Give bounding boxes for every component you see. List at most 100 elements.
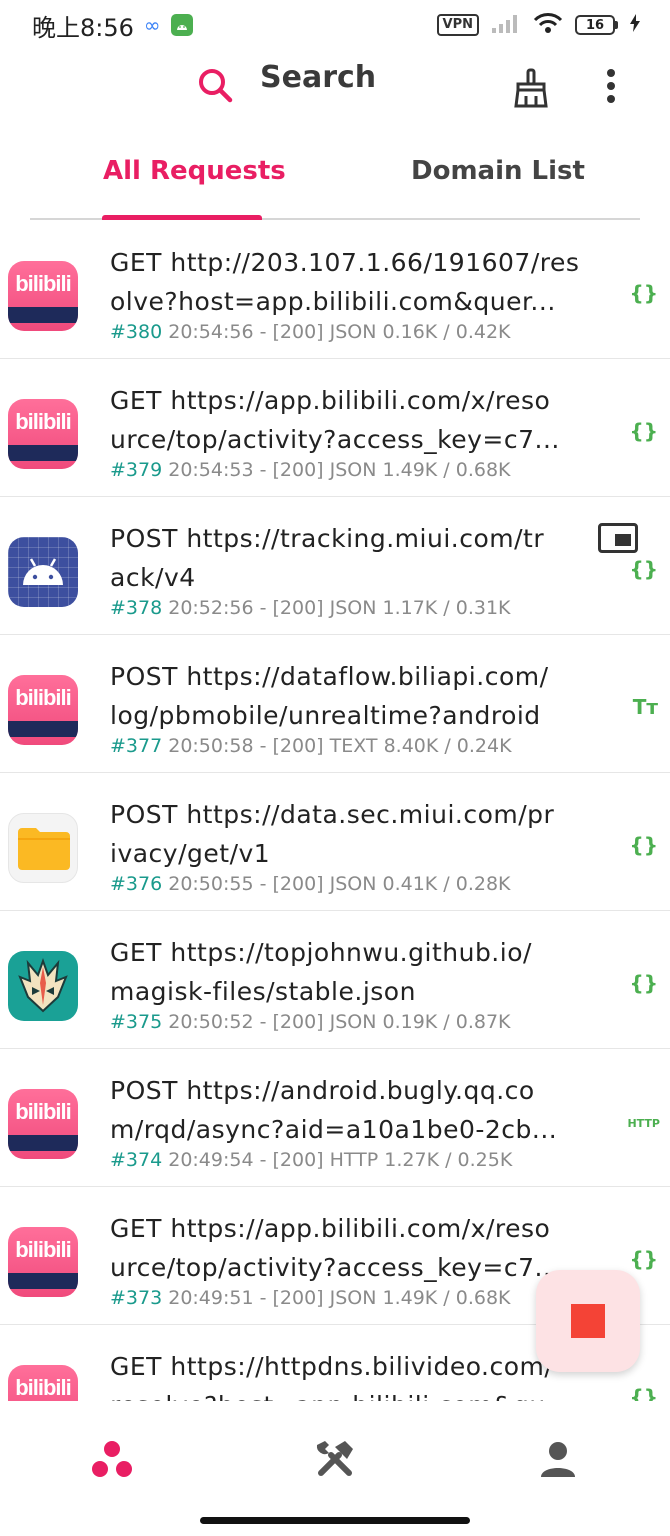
bilibili-logo-text: bilibili <box>15 1099 72 1124</box>
request-meta: #377 20:50:58 - [200] TEXT 8.40K / 0.24K <box>110 735 512 757</box>
bilibili-logo-band <box>8 1135 78 1151</box>
battery-level: 16 <box>575 15 615 35</box>
request-url-line1: GET https://httpdns.bilivideo.com/ <box>110 1352 554 1381</box>
request-url: POST https://dataflow.biliapi.com/ log/p… <box>110 657 605 735</box>
bilibili-logo-text: bilibili <box>15 409 72 434</box>
request-row[interactable]: bilibili POST https://dataflow.biliapi.c… <box>0 635 670 773</box>
request-meta: #379 20:54:53 - [200] JSON 1.49K / 0.68K <box>110 459 511 481</box>
vpn-icon: VPN <box>436 14 479 36</box>
request-url-line2: olve?host=app.bilibili.com&quer... <box>110 287 556 316</box>
json-type-icon: {} <box>629 1385 658 1401</box>
file-manager-app-icon <box>8 813 78 883</box>
request-id: #375 <box>110 1011 163 1033</box>
request-details: 20:49:51 - [200] JSON 1.49K / 0.68K <box>162 1287 511 1309</box>
search-icon[interactable] <box>196 66 236 110</box>
request-url: GET https://httpdns.bilivideo.com/ resol… <box>110 1347 605 1401</box>
request-url: POST https://tracking.miui.com/tr ack/v4 <box>110 519 605 597</box>
request-url-line1: GET http://203.107.1.66/191607/res <box>110 248 580 277</box>
nav-requests-dots-icon[interactable] <box>82 1429 142 1489</box>
tab-domain-list[interactable]: Domain List <box>411 156 585 186</box>
request-row[interactable]: POST https://data.sec.miui.com/pr ivacy/… <box>0 773 670 911</box>
request-url-line2: urce/top/activity?access_key=c7... <box>110 425 560 454</box>
home-indicator[interactable] <box>200 1517 470 1524</box>
bilibili-logo-text: bilibili <box>15 1375 72 1400</box>
request-details: 20:52:56 - [200] JSON 1.17K / 0.31K <box>162 597 511 619</box>
bilibili-app-icon: bilibili <box>8 261 78 331</box>
request-details: 20:50:52 - [200] JSON 0.19K / 0.87K <box>162 1011 511 1033</box>
request-url-line2: log/pbmobile/unrealtime?android <box>110 701 541 730</box>
bilibili-logo-band <box>8 445 78 461</box>
request-row[interactable]: GET https://topjohnwu.github.io/ magisk-… <box>0 911 670 1049</box>
status-time: 晚上8:56 <box>32 13 134 42</box>
request-id: #373 <box>110 1287 163 1309</box>
request-id: #379 <box>110 459 163 481</box>
json-type-icon: {} <box>629 1247 658 1271</box>
charging-icon <box>630 14 640 36</box>
bilibili-logo-text: bilibili <box>15 1237 72 1262</box>
request-url-line1: GET https://app.bilibili.com/x/reso <box>110 386 551 415</box>
tab-bar: All Requests Domain List <box>30 130 640 220</box>
tab-indicator <box>102 215 262 220</box>
bilibili-app-icon: bilibili <box>8 1227 78 1297</box>
request-row[interactable]: POST https://tracking.miui.com/tr ack/v4… <box>0 497 670 635</box>
android-robot-icon <box>23 558 63 585</box>
request-url: POST https://android.bugly.qq.co m/rqd/a… <box>110 1071 605 1149</box>
request-row[interactable]: bilibili GET http://203.107.1.66/191607/… <box>0 221 670 359</box>
android-app-icon <box>8 537 78 607</box>
status-bar: 晚上8:56 ∞ VPN 16 <box>0 0 670 50</box>
request-url-line1: POST https://tracking.miui.com/tr <box>110 524 545 553</box>
request-meta: #373 20:49:51 - [200] JSON 1.49K / 0.68K <box>110 1287 511 1309</box>
magisk-app-icon <box>8 951 78 1021</box>
wifi-icon <box>533 12 563 38</box>
request-url-line2: m/rqd/async?aid=a10a1be0-2cb... <box>110 1115 558 1144</box>
json-type-icon: {} <box>629 557 658 581</box>
bilibili-app-icon: bilibili <box>8 1365 78 1401</box>
infinity-icon: ∞ <box>143 13 161 37</box>
battery-tip <box>615 21 618 29</box>
request-url-line1: POST https://android.bugly.qq.co <box>110 1076 535 1105</box>
tab-all-requests[interactable]: All Requests <box>103 156 286 186</box>
json-type-icon: {} <box>629 281 658 305</box>
request-meta: #378 20:52:56 - [200] JSON 1.17K / 0.31K <box>110 597 511 619</box>
request-row[interactable]: bilibili POST https://android.bugly.qq.c… <box>0 1049 670 1187</box>
bottom-navigation <box>0 1401 670 1536</box>
request-id: #376 <box>110 873 163 895</box>
request-details: 20:54:53 - [200] JSON 1.49K / 0.68K <box>162 459 511 481</box>
request-id: #377 <box>110 735 163 757</box>
json-type-icon: {} <box>629 419 658 443</box>
request-url-line2: resolve?host=app.bilibili.com&qu... <box>110 1386 605 1401</box>
clear-broom-icon[interactable] <box>511 68 551 112</box>
nav-profile-icon[interactable] <box>528 1429 588 1489</box>
request-url-line2: magisk-files/stable.json <box>110 977 416 1006</box>
request-details: 20:50:58 - [200] TEXT 8.40K / 0.24K <box>162 735 512 757</box>
status-left: 晚上8:56 ∞ <box>32 8 193 43</box>
request-details: 20:50:55 - [200] JSON 0.41K / 0.28K <box>162 873 511 895</box>
nav-tools-icon[interactable] <box>305 1429 365 1489</box>
request-list[interactable]: bilibili GET http://203.107.1.66/191607/… <box>0 221 670 1401</box>
request-url: GET https://app.bilibili.com/x/reso urce… <box>110 1209 605 1287</box>
http-type-icon: HTTP <box>627 1117 660 1130</box>
request-id: #380 <box>110 321 163 343</box>
request-id: #374 <box>110 1149 163 1171</box>
json-type-icon: {} <box>629 971 658 995</box>
request-row[interactable]: bilibili GET https://app.bilibili.com/x/… <box>0 359 670 497</box>
request-url-line2: ivacy/get/v1 <box>110 839 271 868</box>
magisk-mask-icon <box>18 958 68 1013</box>
bilibili-app-icon: bilibili <box>8 675 78 745</box>
search-label[interactable]: Search <box>260 60 376 95</box>
android-notification-icon <box>170 14 193 36</box>
request-url: GET https://app.bilibili.com/x/reso urce… <box>110 381 605 459</box>
request-url-line1: GET https://topjohnwu.github.io/ <box>110 938 532 967</box>
bilibili-logo-band <box>8 1273 78 1289</box>
request-url: GET https://topjohnwu.github.io/ magisk-… <box>110 933 605 1011</box>
text-type-icon: Tт <box>632 695 658 719</box>
bilibili-app-icon: bilibili <box>8 399 78 469</box>
request-meta: #380 20:54:56 - [200] JSON 0.16K / 0.42K <box>110 321 511 343</box>
bilibili-logo-text: bilibili <box>15 271 72 296</box>
bilibili-logo-band <box>8 721 78 737</box>
more-vertical-icon[interactable] <box>604 68 618 108</box>
request-details: 20:49:54 - [200] HTTP 1.27K / 0.25K <box>162 1149 513 1171</box>
stop-capture-button[interactable] <box>536 1270 640 1372</box>
status-right: VPN 16 <box>436 12 640 38</box>
picture-in-picture-icon[interactable] <box>598 523 638 553</box>
